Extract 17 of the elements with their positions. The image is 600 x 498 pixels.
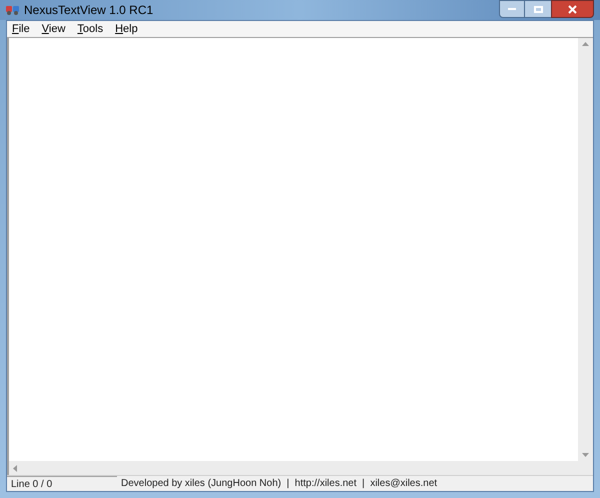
menu-item[interactable]: File <box>12 20 30 38</box>
menu-item[interactable]: Tools <box>77 20 104 38</box>
minimize-button[interactable] <box>499 0 525 18</box>
scroll-down-icon[interactable] <box>582 453 589 457</box>
line-counter: Line 0 / 0 <box>7 476 117 491</box>
vertical-scrollbar[interactable] <box>578 38 593 461</box>
menu-item[interactable]: View <box>42 20 66 38</box>
window-title: NexusTextView 1.0 RC1 <box>24 2 154 19</box>
scroll-left-icon[interactable] <box>13 464 17 472</box>
close-button[interactable] <box>551 0 594 18</box>
horizontal-scrollbar[interactable] <box>7 461 593 475</box>
maximize-button[interactable] <box>525 0 551 18</box>
status-text: Developed by xiles (JungHoon Noh) | http://xiles.net | xiles@xiles.net <box>121 477 438 491</box>
scroll-up-icon[interactable] <box>582 42 589 46</box>
close-icon <box>568 4 577 14</box>
menu-item[interactable]: Help <box>115 20 138 38</box>
app-icon <box>6 4 20 16</box>
